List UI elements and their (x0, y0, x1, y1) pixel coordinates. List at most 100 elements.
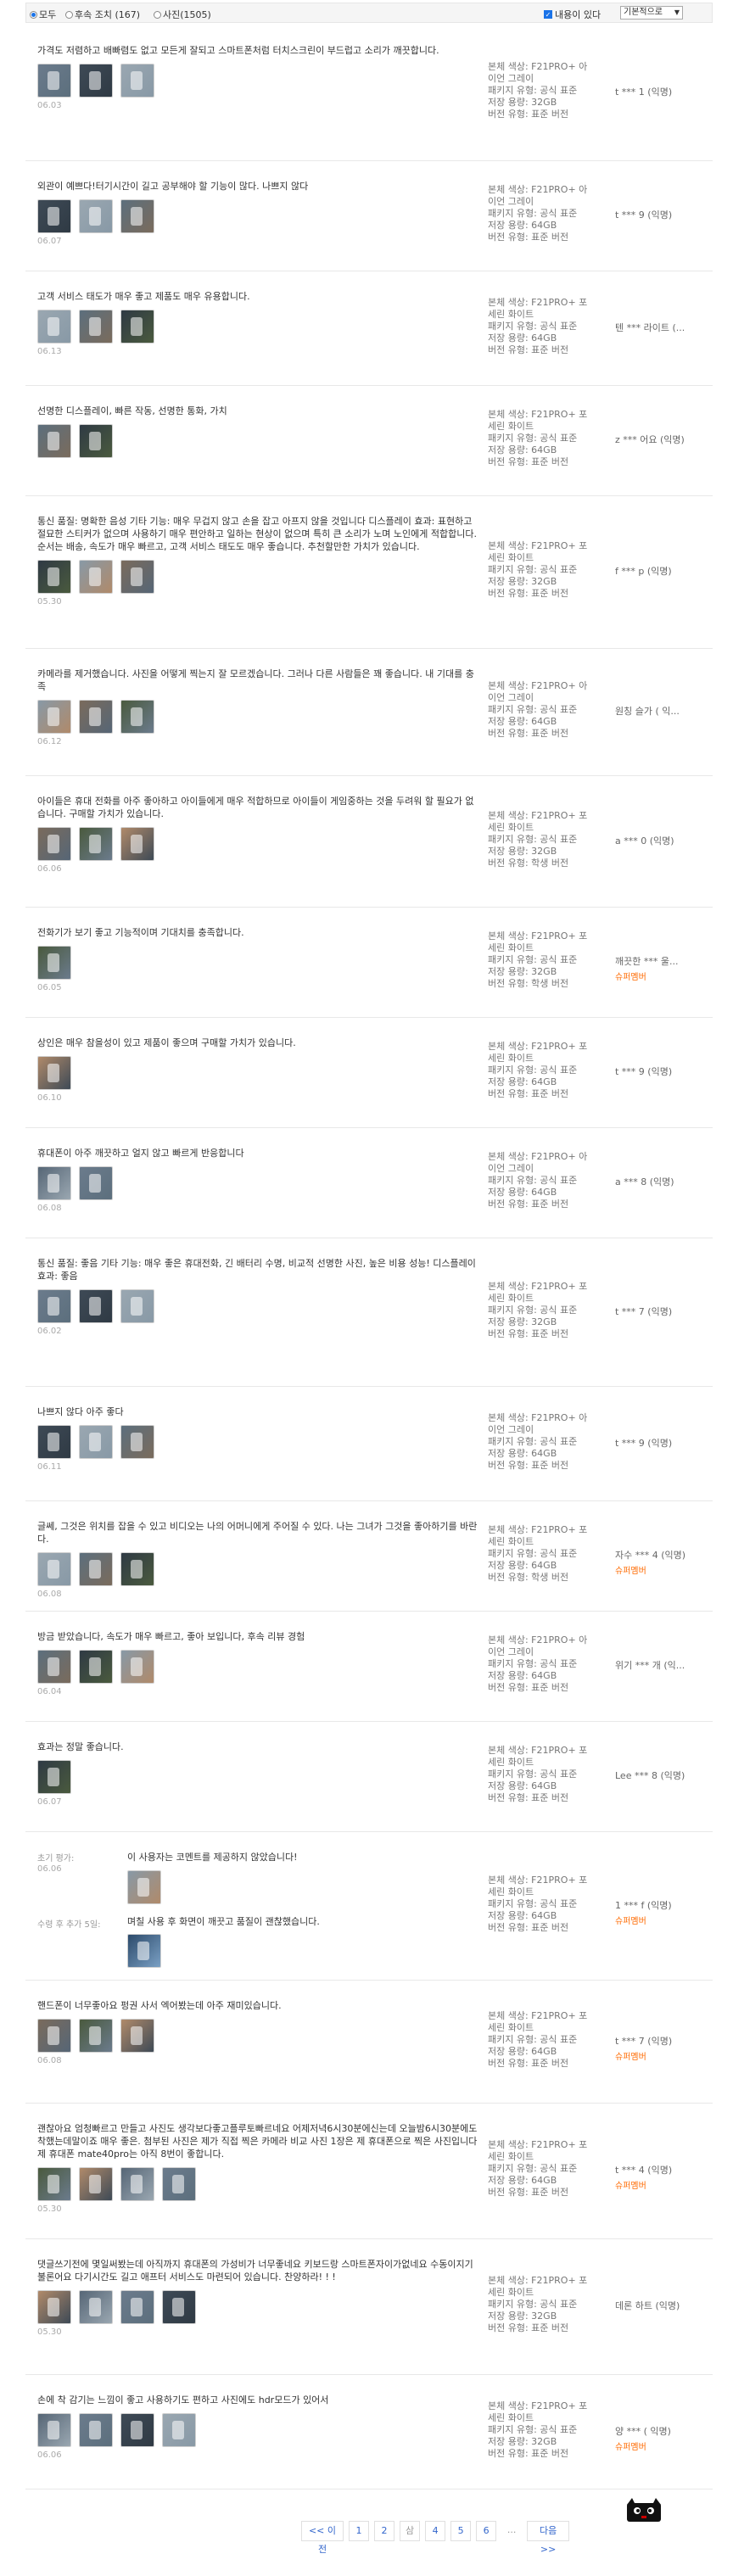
purchase-options: 본체 색상: F21PRO+ 포 세린 화이트 패키지 유형: 공식 표준 저장 용량… (488, 1524, 607, 1584)
review-photo-thumbnail[interactable] (79, 310, 113, 344)
review-item: 상인은 매우 참을성이 있고 제품이 좋으며 구매할 가치가 있습니다. 06.1… (25, 1018, 713, 1128)
review-photo-thumbnail[interactable] (37, 1760, 71, 1794)
purchase-option-line: 패키지 유형: 공식 표준 (488, 2034, 578, 2045)
review-text: 고객 서비스 태도가 매우 좋고 제품도 매우 유용합니다. (37, 291, 250, 302)
review-photo-thumbnail[interactable] (79, 424, 113, 458)
review-photo-thumbnail[interactable] (37, 946, 71, 980)
purchase-option-line: 패키지 유형: 공식 표준 (488, 2424, 578, 2435)
chevron-down-icon: ▼ (674, 8, 680, 16)
review-photo-thumbnail[interactable] (120, 1650, 154, 1684)
sort-select[interactable]: 기본적으로 ▼ (620, 6, 683, 20)
review-item: 방금 받았습니다, 속도가 매우 빠르고, 좋아 보입니다, 후속 리뷰 경험 0… (25, 1612, 713, 1722)
page-2-button[interactable]: 2 (374, 2521, 394, 2541)
review-photo-thumbnail[interactable] (127, 1934, 161, 1968)
filter-follow-radio[interactable]: 후속 조치 (167) (65, 8, 140, 21)
purchase-option-line: 세린 화이트 (488, 1053, 534, 1064)
review-photo-thumbnail[interactable] (79, 1552, 113, 1586)
prev-page-button[interactable]: << 이전 (301, 2521, 344, 2555)
review-photo-thumbnail[interactable] (120, 827, 154, 861)
review-photo-thumbnail[interactable] (120, 2413, 154, 2447)
review-photo-thumbnail[interactable] (37, 1552, 71, 1586)
page-3-button[interactable]: 삼 (400, 2521, 421, 2541)
review-photo-thumbnail[interactable] (37, 700, 71, 734)
filter-photo-radio[interactable]: 사진(1505) (154, 8, 211, 21)
review-photo-thumbnail[interactable] (120, 560, 154, 594)
page-4-button[interactable]: 4 (425, 2521, 446, 2541)
purchase-option-line: 패키지 유형: 공식 표준 (488, 85, 578, 96)
review-photo-thumbnail[interactable] (37, 2019, 71, 2053)
review-photo-thumbnail[interactable] (127, 1870, 161, 1904)
review-photo-thumbnail[interactable] (37, 2413, 71, 2447)
review-photo-thumbnail[interactable] (37, 560, 71, 594)
review-photos (37, 2413, 196, 2447)
reviewer-name: t *** 7 (익명) (615, 2036, 673, 2047)
review-photo-thumbnail[interactable] (79, 199, 113, 233)
review-date: 05.30 (37, 2204, 62, 2214)
review-photo-thumbnail[interactable] (162, 2413, 196, 2447)
review-photo-thumbnail[interactable] (37, 827, 71, 861)
page-5-button[interactable]: 5 (450, 2521, 472, 2541)
review-photo-thumbnail[interactable] (120, 2167, 154, 2201)
page-1-button[interactable]: 1 (349, 2521, 369, 2541)
review-photo-thumbnail[interactable] (37, 1289, 71, 1323)
review-date: 06.08 (37, 2056, 62, 2065)
review-photo-thumbnail[interactable] (162, 2167, 196, 2201)
review-photo-thumbnail[interactable] (162, 2290, 196, 2324)
review-photo-thumbnail[interactable] (79, 1166, 113, 1200)
reviewer: f *** p (익명) (615, 564, 708, 578)
review-text: 카메라를 제거했습니다. 사진을 어떻게 찍는지 잘 모르겠습니다. 그러나 다… (37, 668, 474, 692)
review-photo-thumbnail[interactable] (79, 2167, 113, 2201)
review-photo-thumbnail[interactable] (37, 199, 71, 233)
review-photo-thumbnail[interactable] (79, 700, 113, 734)
review-photo-thumbnail[interactable] (37, 424, 71, 458)
purchase-option-line: 세린 화이트 (488, 942, 534, 953)
review-photo-thumbnail[interactable] (120, 64, 154, 98)
review-photo-thumbnail[interactable] (120, 2019, 154, 2053)
review-photo-thumbnail[interactable] (79, 2290, 113, 2324)
review-photo-thumbnail[interactable] (37, 310, 71, 344)
review-photo-thumbnail[interactable] (37, 1056, 71, 1090)
review-photo-thumbnail[interactable] (120, 700, 154, 734)
filter-follow-label: 후속 조치 (167) (75, 9, 141, 20)
review-photo-thumbnail[interactable] (79, 1289, 113, 1323)
reviewer: t *** 9 (익명) (615, 1064, 708, 1078)
review-date: 06.13 (37, 347, 62, 356)
review-photo-thumbnail[interactable] (79, 1425, 113, 1459)
review-photo-thumbnail[interactable] (79, 827, 113, 861)
review-photo-thumbnail[interactable] (37, 1425, 71, 1459)
filter-all-radio[interactable]: 모두 (30, 8, 56, 21)
purchase-option-line: 버전 유형: 학생 버전 (488, 858, 569, 869)
purchase-option-line: 본체 색상: F21PRO+ 아 (488, 1151, 588, 1162)
next-page-button[interactable]: 다음 >> (527, 2521, 570, 2555)
purchase-options: 본체 색상: F21PRO+ 포 세린 화이트 패키지 유형: 공식 표준 저장 용량… (488, 2275, 607, 2334)
review-photo-thumbnail[interactable] (120, 2290, 154, 2324)
review-item: 외관이 예쁘다!터기시간이 길고 공부해야 할 기능이 많다. 나쁘지 않다 06… (25, 161, 713, 271)
purchase-option-line: 버전 유형: 표준 버전 (488, 456, 569, 467)
review-text: 이 사용자는 코멘트를 제공하지 않았습니다! (127, 1852, 298, 1863)
purchase-options: 본체 색상: F21PRO+ 아 이언 그레이 패키지 유형: 공식 표준 저장 용량… (488, 61, 607, 120)
reviewer: t *** 7 (익명) (615, 1305, 708, 1318)
purchase-option-line: 버전 유형: 표준 버전 (488, 1682, 569, 1693)
page-6-button[interactable]: 6 (476, 2521, 497, 2541)
reviewer: 위기 *** 개 (익... (615, 1658, 708, 1672)
review-photo-thumbnail[interactable] (37, 2167, 71, 2201)
review-photo-thumbnail[interactable] (79, 560, 113, 594)
review-photo-thumbnail[interactable] (120, 1289, 154, 1323)
reviewer: t *** 9 (익명) (615, 208, 708, 221)
content-checkbox[interactable]: ✓ 내용이 있다 (544, 8, 601, 21)
review-photo-thumbnail[interactable] (79, 2019, 113, 2053)
review-photo-thumbnail[interactable] (37, 1166, 71, 1200)
review-photo-thumbnail[interactable] (120, 1425, 154, 1459)
review-photo-thumbnail[interactable] (79, 64, 113, 98)
review-photo-thumbnail[interactable] (120, 1552, 154, 1586)
review-photo-thumbnail[interactable] (37, 64, 71, 98)
review-photo-thumbnail[interactable] (120, 310, 154, 344)
review-photo-thumbnail[interactable] (120, 199, 154, 233)
review-photo-thumbnail[interactable] (37, 1650, 71, 1684)
review-photo-thumbnail[interactable] (79, 2413, 113, 2447)
review-photo-thumbnail[interactable] (79, 1650, 113, 1684)
purchase-option-line: 본체 색상: F21PRO+ 아 (488, 1634, 588, 1646)
followup-review-label: 수령 후 추가 5일: (37, 1920, 101, 1930)
review-photo-thumbnail[interactable] (37, 2290, 71, 2324)
purchase-option-line: 본체 색상: F21PRO+ 포 (488, 930, 588, 942)
